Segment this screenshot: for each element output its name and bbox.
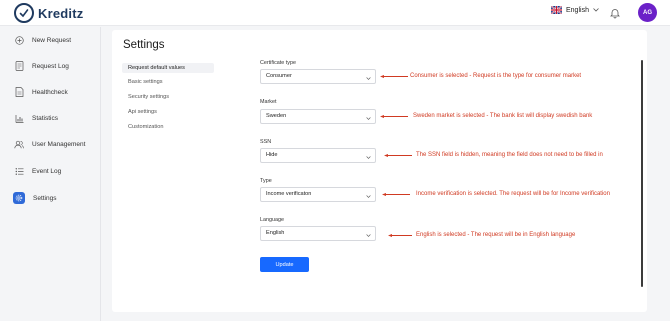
annotation-arrow-icon (384, 154, 412, 157)
chevron-down-icon (366, 153, 371, 159)
annotation-language: English is selected - The request will b… (416, 232, 576, 238)
ssn-label: SSN (260, 139, 272, 145)
sidebar-item-user-management[interactable]: User Management (14, 138, 85, 150)
sidebar-item-statistics[interactable]: Statistics (14, 112, 58, 124)
language-label: English (566, 6, 589, 14)
chevron-down-icon (366, 231, 371, 237)
chevron-down-icon (593, 7, 599, 14)
annotation-arrow-icon (388, 234, 412, 237)
annotation-ssn: The SSN field is hidden, meaning the fie… (416, 152, 603, 158)
gear-icon (13, 192, 25, 204)
sidebar-item-label: New Request (32, 36, 72, 44)
certificate-type-value: Consumer (266, 73, 292, 79)
subnav-item-api-settings[interactable]: Api settings (128, 109, 157, 115)
sidebar-item-label: Healthcheck (32, 88, 68, 96)
type-value: Income verificaton (266, 191, 312, 197)
chevron-down-icon (366, 192, 371, 198)
annotation-certificate-type: Consumer is selected - Request is the ty… (410, 73, 582, 79)
type-select[interactable]: Income verificaton (260, 187, 376, 202)
sidebar-item-label: Settings (33, 194, 57, 202)
users-icon (14, 139, 24, 149)
sidebar-item-label: Request Log (32, 62, 69, 70)
subnav-item-customization[interactable]: Customization (128, 124, 163, 130)
top-bar: Kreditz English AG (0, 0, 670, 26)
subnav-item-security-settings[interactable]: Security settings (128, 94, 169, 100)
sidebar-item-label: Event Log (32, 167, 62, 175)
logo-icon (14, 3, 34, 23)
scrollbar[interactable] (641, 60, 643, 287)
sidebar-item-label: User Management (32, 140, 86, 148)
update-button[interactable]: Update (260, 257, 309, 272)
subnav-item-request-default-values[interactable]: Request default values (122, 63, 214, 73)
uk-flag-icon (551, 6, 562, 14)
bell-icon[interactable] (609, 6, 621, 19)
settings-card: Settings Request default values Basic se… (112, 30, 647, 312)
chevron-down-icon (366, 114, 371, 120)
annotation-type: Income verification is selected. The req… (416, 191, 610, 197)
plus-circle-icon (14, 35, 24, 45)
language-selector[interactable]: English (551, 6, 599, 14)
document-list-icon (14, 61, 24, 71)
annotation-arrow-icon (380, 115, 408, 118)
logo-text: Kreditz (38, 5, 84, 21)
ssn-select[interactable]: Hide (260, 148, 376, 163)
market-select[interactable]: Sweden (260, 109, 376, 124)
sidebar-item-label: Statistics (32, 114, 59, 122)
sidebar-item-healthcheck[interactable]: Healthcheck (14, 86, 68, 98)
annotation-arrow-icon (380, 75, 408, 78)
market-value: Sweden (266, 113, 287, 119)
annotation-market: Sweden market is selected - The bank lis… (413, 113, 593, 119)
ssn-value: Hide (266, 152, 278, 158)
language-label: Language (260, 217, 284, 223)
sidebar-item-event-log[interactable]: Event Log (14, 165, 61, 177)
certificate-type-select[interactable]: Consumer (260, 69, 376, 84)
language-value: English (266, 230, 285, 236)
language-select[interactable]: English (260, 226, 376, 241)
annotation-arrow-icon (382, 193, 410, 196)
logo[interactable]: Kreditz (14, 3, 83, 23)
page-title: Settings (123, 39, 165, 51)
sidebar-item-request-log[interactable]: Request Log (14, 60, 69, 72)
market-label: Market (260, 99, 277, 105)
list-icon (14, 166, 24, 176)
sidebar-item-new-request[interactable]: New Request (14, 34, 71, 46)
subnav-item-basic-settings[interactable]: Basic settings (128, 79, 163, 85)
bar-chart-icon (14, 113, 24, 123)
scrollbar-thumb[interactable] (641, 60, 643, 287)
sidebar: New Request Request Log Healthcheck Stat… (0, 27, 101, 321)
chevron-down-icon (366, 74, 371, 80)
type-label: Type (260, 178, 272, 184)
certificate-type-label: Certificate type (260, 60, 296, 66)
sidebar-item-settings[interactable]: Settings (13, 192, 57, 204)
document-icon (14, 87, 24, 97)
avatar[interactable]: AG (638, 3, 657, 22)
